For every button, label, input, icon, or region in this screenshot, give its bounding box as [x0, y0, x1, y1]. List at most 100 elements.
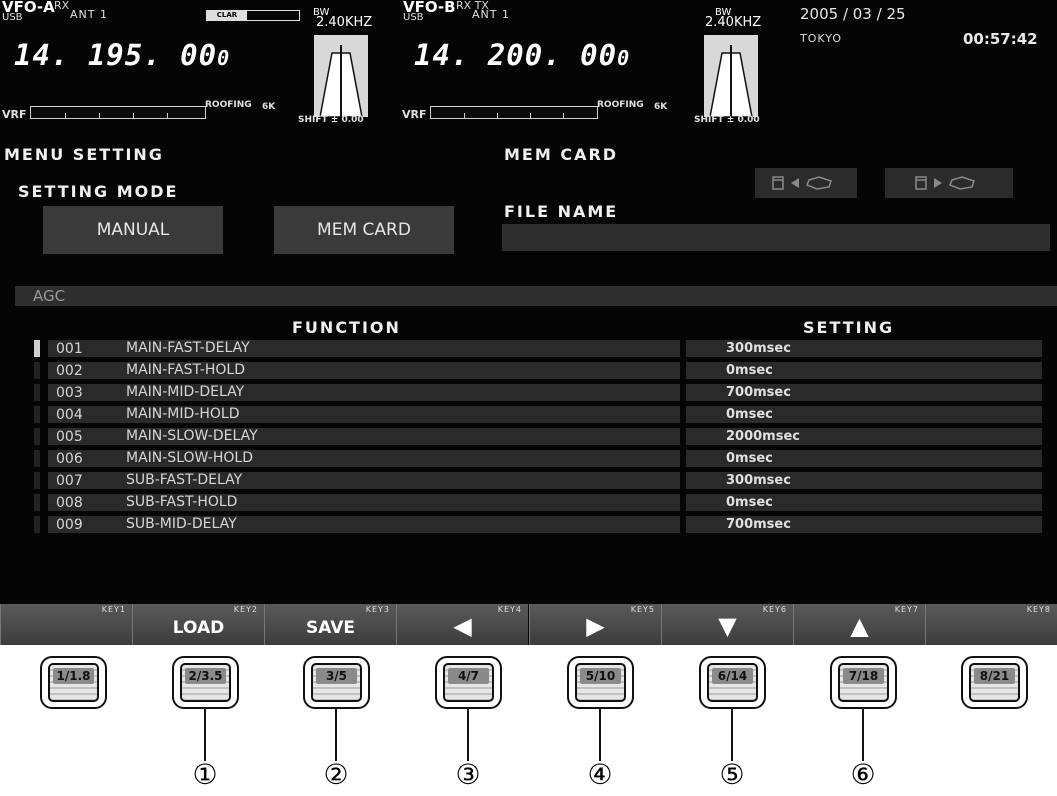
band-button-label: 2/3.5: [185, 668, 226, 684]
band-button-face: 4/7: [443, 663, 494, 702]
file-name-field[interactable]: [502, 224, 1050, 251]
callout-leader-line: [599, 709, 601, 761]
callout-number: ④: [587, 758, 613, 791]
column-setting-header: SETTING: [803, 318, 895, 337]
menu-row-function[interactable]: 006 MAIN-SLOW-HOLD: [48, 450, 680, 467]
vfo-a-mode: USB: [2, 12, 23, 23]
softkey-4[interactable]: KEY4 ◀: [396, 604, 528, 645]
vfo-b-vrf-label: VRF: [402, 108, 427, 121]
menu-row-name: SUB-MID-DELAY: [126, 516, 237, 532]
menu-row-setting[interactable]: 0msec: [686, 494, 1042, 511]
row-marker: [34, 362, 40, 379]
menu-row-setting-value: 700msec: [726, 385, 791, 400]
menu-row-function[interactable]: 003 MAIN-MID-DELAY: [48, 384, 680, 401]
band-button-7[interactable]: 7/18: [830, 656, 897, 709]
band-button-5[interactable]: 5/10: [567, 656, 634, 709]
memcard-mode-button[interactable]: MEM CARD: [274, 206, 454, 254]
menu-row-setting-value: 300msec: [726, 341, 791, 356]
row-marker: [34, 472, 40, 489]
menu-row-number: 003: [56, 385, 83, 401]
setting-mode-label: SETTING MODE: [18, 182, 179, 201]
menu-row-name: MAIN-SLOW-HOLD: [126, 450, 253, 466]
band-button-3[interactable]: 3/5: [303, 656, 370, 709]
vfo-a-frequency-main: 14. 195. 00: [14, 38, 218, 72]
menu-row-setting[interactable]: 300msec: [686, 340, 1042, 357]
menu-row-setting-value: 0msec: [726, 495, 773, 510]
callout-number: ③: [455, 758, 481, 791]
menu-row-number: 008: [56, 495, 83, 511]
menu-row-function[interactable]: 002 MAIN-FAST-HOLD: [48, 362, 680, 379]
menu-row-function[interactable]: 004 MAIN-MID-HOLD: [48, 406, 680, 423]
vfo-b-bw-value: 2.40KHZ: [705, 15, 762, 30]
menu-row-setting[interactable]: 300msec: [686, 472, 1042, 489]
menu-row-number: 006: [56, 451, 83, 467]
band-button-4[interactable]: 4/7: [435, 656, 502, 709]
vfo-b-mode: USB: [403, 12, 424, 23]
menu-row-number: 004: [56, 407, 83, 423]
menu-row-name: MAIN-MID-HOLD: [126, 406, 240, 422]
row-marker: [34, 450, 40, 467]
menu-row-function[interactable]: 009 SUB-MID-DELAY: [48, 516, 680, 533]
softkey-label: SAVE: [305, 618, 356, 638]
menu-row-setting-value: 0msec: [726, 451, 773, 466]
radio-display: VFO-A RX USB ANT 1 CLAR 14. 195. 000 BW …: [0, 0, 1057, 645]
vfo-b-roofing-label: ROOFING: [597, 100, 644, 110]
vfo-a-roofing-bw: 6K: [262, 102, 276, 112]
callout-leader-line: [467, 709, 469, 761]
menu-title: MENU SETTING: [4, 145, 164, 164]
softkey-1[interactable]: KEY1: [0, 604, 132, 645]
menu-row-number: 005: [56, 429, 83, 445]
softkey-label: ▲: [850, 612, 869, 640]
band-button-2[interactable]: 2/3.5: [172, 656, 239, 709]
softkey-key-label: KEY2: [233, 605, 258, 614]
row-marker: [34, 406, 40, 423]
menu-row-number: 001: [56, 341, 83, 357]
menu-row-setting[interactable]: 0msec: [686, 362, 1042, 379]
vfo-b-roofing-bw: 6K: [654, 102, 668, 112]
band-button-1[interactable]: 1/1.8: [40, 656, 107, 709]
menu-row-function[interactable]: 007 SUB-FAST-DELAY: [48, 472, 680, 489]
band-button-6[interactable]: 6/14: [699, 656, 766, 709]
manual-mode-button[interactable]: MANUAL: [43, 206, 223, 254]
band-button-label: 1/1.8: [53, 668, 94, 684]
vfo-a-clar-meter: CLAR: [206, 10, 300, 21]
card-save-button[interactable]: [885, 168, 1013, 198]
vfo-a-bw-value: 2.40KHZ: [316, 15, 373, 30]
callout-leader-line: [335, 709, 337, 761]
menu-row-setting[interactable]: 0msec: [686, 450, 1042, 467]
softkey-6[interactable]: KEY6 ▼: [661, 604, 793, 645]
band-button-face: 1/1.8: [48, 663, 99, 702]
section-bar: AGC: [15, 286, 1057, 306]
band-button-face: 5/10: [575, 663, 626, 702]
vfo-a-clar-label: CLAR: [207, 11, 247, 20]
softkey-8[interactable]: KEY8: [925, 604, 1057, 645]
menu-row-function[interactable]: 001 MAIN-FAST-DELAY: [48, 340, 680, 357]
softkey-label: ▶: [586, 612, 605, 640]
vfo-b-antenna: ANT 1: [472, 8, 510, 21]
vfo-a-frequency: 14. 195. 000: [14, 38, 230, 72]
vfo-b-frequency-main: 14. 200. 00: [414, 38, 618, 72]
vfo-b-frequency-small: 0: [617, 46, 631, 70]
card-load-button[interactable]: [755, 168, 857, 198]
vfo-a-shift: SHIFT ± 0.00: [298, 115, 364, 125]
menu-row-function[interactable]: 008 SUB-FAST-HOLD: [48, 494, 680, 511]
menu-row-setting[interactable]: 2000msec: [686, 428, 1042, 445]
menu-row-function[interactable]: 005 MAIN-SLOW-DELAY: [48, 428, 680, 445]
menu-row-setting[interactable]: 700msec: [686, 516, 1042, 533]
callout-number: ①: [192, 758, 218, 791]
softkey-3[interactable]: KEY3 SAVE: [264, 604, 396, 645]
file-name-label: FILE NAME: [504, 202, 619, 221]
menu-row-setting[interactable]: 700msec: [686, 384, 1042, 401]
callout-leader-line: [862, 709, 864, 761]
softkey-5[interactable]: KEY5 ▶: [529, 604, 661, 645]
clock-date: 2005 / 03 / 25: [800, 5, 906, 23]
vfo-a-vrf-label: VRF: [2, 108, 27, 121]
vfo-a-vrf-meter: [30, 106, 206, 119]
softkey-2[interactable]: KEY2 LOAD: [132, 604, 264, 645]
vfo-a-frequency-small: 0: [217, 46, 231, 70]
band-button-8[interactable]: 8/21: [961, 656, 1028, 709]
softkey-7[interactable]: KEY7 ▲: [793, 604, 925, 645]
row-marker: [34, 428, 40, 445]
menu-row-setting[interactable]: 0msec: [686, 406, 1042, 423]
menu-row-setting-value: 700msec: [726, 517, 791, 532]
